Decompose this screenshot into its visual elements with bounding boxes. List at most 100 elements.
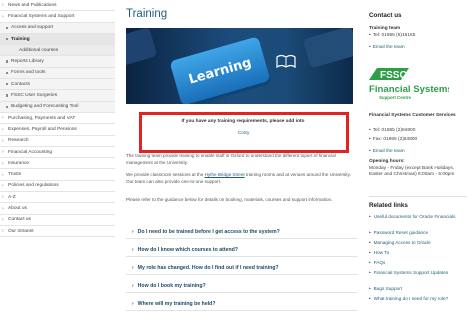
chevron-right-icon: › [2, 2, 4, 9]
fssc-tel: • Tel: 01865 (2)84800 [369, 128, 416, 133]
chevron-right-icon: › [2, 183, 4, 190]
nav-item[interactable]: Contacts [0, 79, 115, 91]
faq-item[interactable]: › Do I need to be trained before I get ac… [126, 225, 358, 239]
related-link[interactable]: Bugs Support [374, 286, 402, 291]
fssc-customer-services: Financial Systems Customer Services [369, 113, 456, 118]
faq-item[interactable]: › How do I book my training? [126, 279, 358, 293]
training-team-email[interactable]: • Email the team [369, 45, 405, 50]
chevron-right-icon: › [132, 228, 134, 235]
fssc-email-link[interactable]: Email the team [373, 149, 405, 154]
chevron-right-icon: › [132, 264, 134, 271]
chevron-right-icon: › [2, 228, 4, 235]
hero-image: Learning [126, 28, 353, 104]
related-link-item[interactable]: • Bugs Support [369, 286, 402, 291]
nav-item-label: Budgeting and Forecasting Tool [11, 104, 79, 110]
nav-item[interactable]: › Policies and regulations [0, 181, 115, 193]
related-link-item[interactable]: • Managing Access to Oracle [369, 240, 431, 245]
related-link-item[interactable]: • FAQs [369, 260, 385, 265]
nav-item-label: Purchasing, Payments and VAT [8, 115, 76, 121]
nav-item-label: Research [8, 138, 29, 144]
training-team-name: Training team [369, 26, 401, 31]
nav-item[interactable]: › Contact us [0, 215, 115, 226]
chevron-right-icon: › [2, 194, 4, 201]
nav-item[interactable]: Budgeting and Forecasting Tool [0, 101, 115, 113]
book-icon [276, 54, 296, 68]
fssc-tel-text: Tel: 01865 (2)84800 [372, 128, 416, 133]
fssc-logo-text2: Financial Systems [369, 84, 449, 95]
related-link-item[interactable]: • Useful documents for Oracle Financials [369, 214, 455, 219]
nav-item[interactable]: › Our Intranet [0, 226, 115, 238]
nav-item-label: Expenses, Payroll and Pensions [8, 126, 77, 132]
nav-item[interactable]: › Expenses, Payroll and Pensions [0, 124, 115, 136]
related-link[interactable]: Financial Systems Support Updates [374, 270, 449, 275]
related-links-heading: Related links [369, 202, 408, 209]
page-title: Training [126, 8, 168, 20]
related-link-item[interactable]: • What training do I need for my role? [369, 296, 448, 301]
related-link[interactable]: Managing Access to Oracle [374, 240, 431, 245]
fssc-logo-text3: Support Centre [379, 95, 412, 100]
nav-item[interactable]: › Financial Accounting [0, 147, 115, 159]
main-content: Training Learning If you have any traini… [126, 0, 361, 318]
nav-item[interactable]: › A-Z [0, 192, 115, 204]
nav-item[interactable]: FSSC User Surgeries [0, 90, 115, 102]
related-link-item[interactable]: • Financial Systems Support Updates [369, 270, 448, 275]
nav-item[interactable]: Reports Library [0, 56, 115, 68]
related-link[interactable]: What training do I need for my role? [374, 296, 449, 301]
nav-item[interactable]: › Research [0, 136, 115, 147]
nav-item-label: Contact us [8, 217, 31, 223]
nav-item[interactable]: › Purchasing, Payments and VAT [0, 113, 115, 125]
bullet-icon [6, 37, 9, 41]
faq-item[interactable]: › Where will my training be held? [126, 297, 358, 311]
related-link[interactable]: How To [374, 250, 390, 255]
nav-item[interactable]: Forms and tools [0, 67, 115, 80]
opening-hours-text: Monday - Friday (except Bank Holidays, E… [369, 166, 455, 177]
opening-hours-label: Opening hours: [369, 159, 405, 164]
related-link[interactable]: FAQs [374, 260, 386, 265]
bullet-icon: • [369, 260, 371, 265]
training-team-email-link[interactable]: Email the team [373, 45, 405, 50]
nav-item-label: FSSC User Surgeries [11, 93, 58, 99]
chevron-right-icon: › [2, 13, 4, 20]
notice-text: If you have any training requirements, p… [181, 119, 305, 124]
nav-item[interactable]: › Insurance [0, 158, 115, 170]
related-link-item[interactable]: • Password Reset guidance [369, 230, 428, 235]
fssc-logo-graphic: FSSC Financial Systems Support Centre [369, 68, 453, 100]
faq-item[interactable]: › My role has changed. How do I find out … [126, 261, 358, 275]
faq-question: How do I know which courses to attend? [137, 246, 238, 253]
guidance-paragraph: Please refer to the guidance below for d… [126, 197, 333, 202]
hythe-bridge-street-link[interactable]: Hythe Bridge Street [205, 172, 245, 177]
fssc-logo: FSSC Financial Systems Support Centre [369, 66, 453, 106]
nav-item[interactable]: › News and Publications [0, 0, 115, 12]
nav-item-label: News and Publications [8, 2, 57, 8]
venues-text-start: We provide classroom sessions at the [126, 172, 205, 177]
faq-question: Where will my training be held? [137, 300, 216, 307]
faq-question: My role has changed. How do I find out i… [137, 264, 279, 271]
bullet-icon: • [369, 286, 371, 291]
related-link[interactable]: Useful documents for Oracle Financials [374, 214, 456, 219]
related-link[interactable]: Password Reset guidance [374, 230, 428, 235]
nav-item[interactable]: Access and support [0, 22, 115, 34]
venues-paragraph: We provide classroom sessions at the Hyt… [126, 171, 358, 186]
bullet-icon [6, 26, 9, 29]
chevron-right-icon: › [2, 137, 4, 144]
nav-item[interactable]: › About us [0, 203, 115, 215]
keyboard-key-decor [302, 28, 353, 69]
nav-item[interactable]: › Financial Systems and Support [0, 11, 115, 23]
nav-item[interactable]: Additional courses [0, 45, 115, 57]
nav-item[interactable]: Training [0, 33, 115, 46]
nav-item-label: A-Z [8, 194, 16, 200]
nav-item-label: Financial Systems and Support [8, 13, 75, 19]
nav-item[interactable]: › Trusts [0, 169, 115, 181]
nav-item-label: Our Intranet [8, 228, 34, 234]
left-nav: › News and Publications › Financial Systems… [0, 0, 115, 318]
cosy-link[interactable]: CoSy [142, 131, 345, 136]
nav-item-label: About us [8, 205, 27, 211]
nav-item-label: Forms and tools [11, 70, 46, 76]
faq-item[interactable]: › How do I know which courses to attend? [126, 243, 358, 257]
fssc-email[interactable]: • Email the team [369, 149, 405, 154]
training-team-tel-text: Tel: 01865 (6)16165 [372, 33, 416, 38]
related-link-item[interactable]: • How To [369, 250, 389, 255]
nav-item-label: Trusts [8, 172, 22, 178]
keyboard-key-decor [126, 28, 158, 67]
bullet-icon [6, 83, 9, 86]
